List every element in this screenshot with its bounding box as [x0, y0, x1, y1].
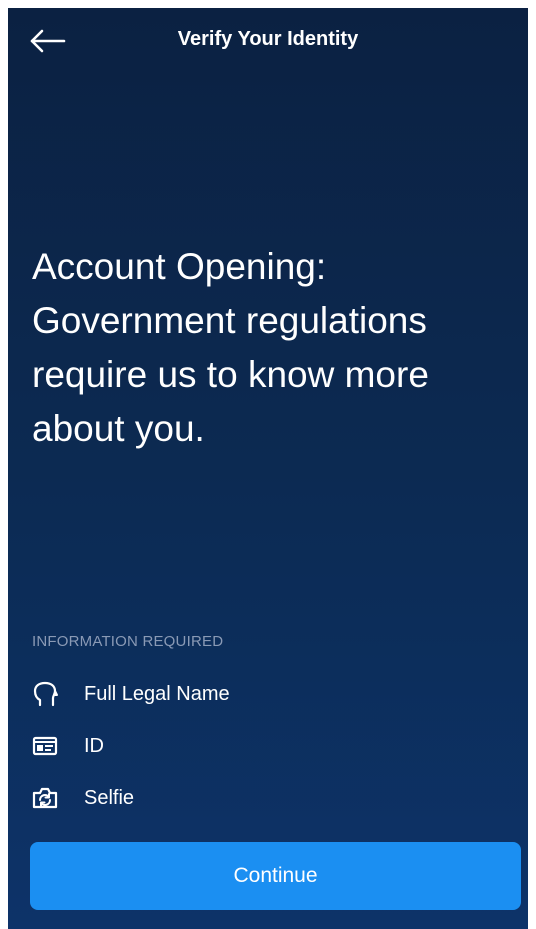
- id-card-icon: [30, 731, 60, 761]
- continue-button[interactable]: Continue: [30, 842, 521, 910]
- requirement-label: Selfie: [84, 786, 135, 809]
- requirement-selfie: Selfie: [30, 772, 510, 824]
- headline-text: Account Opening: Government regulations …: [32, 246, 429, 449]
- requirement-full-legal-name: Full Legal Name: [30, 668, 510, 720]
- requirement-label: Full Legal Name: [84, 682, 230, 705]
- camera-switch-icon: [30, 783, 60, 813]
- page-title: Verify Your Identity: [177, 28, 359, 50]
- top-bar: Verify Your Identity: [8, 8, 528, 74]
- information-required-label: INFORMATION REQUIRED: [32, 633, 224, 650]
- requirement-id: ID: [30, 720, 510, 772]
- verify-identity-screen: Verify Your Identity Account Opening: Go…: [8, 8, 528, 929]
- requirements-list: Full Legal Name ID Selfie: [30, 668, 510, 824]
- requirement-label: ID: [84, 734, 104, 757]
- head-profile-icon: [30, 679, 60, 709]
